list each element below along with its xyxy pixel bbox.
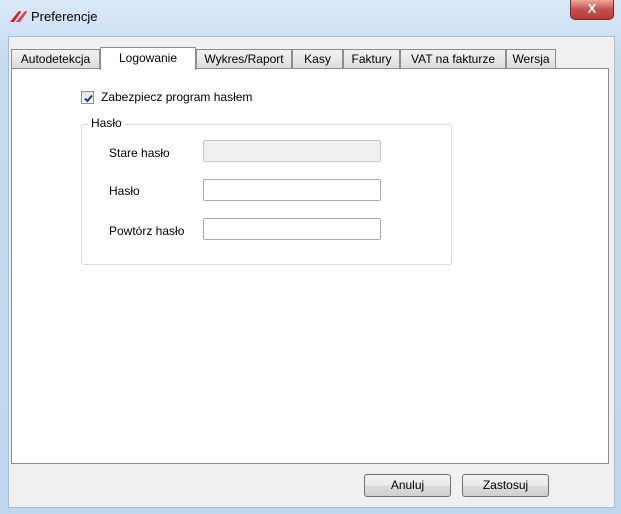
window-title: Preferencje — [31, 9, 98, 24]
tab-faktury[interactable]: Faktury — [343, 49, 400, 69]
close-icon: X — [587, 1, 597, 16]
apply-button[interactable]: Zastosuj — [462, 474, 549, 497]
repeat-password-input[interactable] — [203, 218, 381, 240]
close-button[interactable]: X — [570, 0, 614, 20]
checkmark-icon — [84, 94, 93, 103]
protect-password-label[interactable]: Zabezpiecz program hasłem — [101, 90, 252, 104]
app-icon — [8, 8, 28, 24]
repeat-password-label: Powtórz hasło — [109, 224, 185, 238]
title-bar[interactable]: Preferencje X — [0, 0, 621, 36]
password-label: Hasło — [109, 184, 140, 198]
password-input[interactable] — [203, 179, 381, 201]
old-password-input[interactable] — [203, 140, 381, 162]
tab-wykres-raport[interactable]: Wykres/Raport — [196, 49, 292, 69]
tab-vat-na-fakturze[interactable]: VAT na fakturze — [400, 49, 506, 69]
tab-kasy[interactable]: Kasy — [292, 49, 343, 69]
tab-autodetekcja[interactable]: Autodetekcja — [11, 49, 100, 69]
old-password-label: Stare hasło — [109, 146, 170, 160]
tab-wersja[interactable]: Wersja — [506, 49, 556, 69]
tab-logowanie[interactable]: Logowanie — [100, 47, 196, 70]
protect-password-checkbox[interactable] — [81, 91, 94, 104]
password-group-title: Hasło — [89, 116, 124, 130]
cancel-button[interactable]: Anuluj — [364, 474, 451, 497]
